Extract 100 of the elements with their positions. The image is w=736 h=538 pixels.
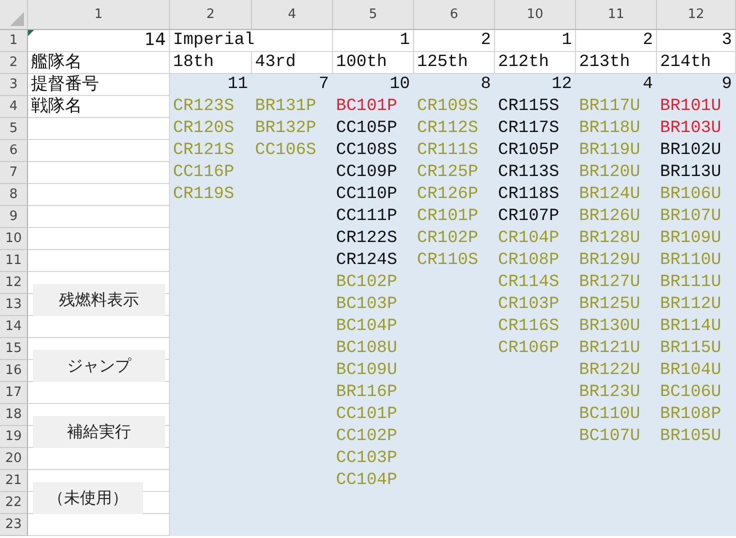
row-header[interactable]: 11 xyxy=(0,250,28,272)
table-cell-text: CR117S xyxy=(497,118,560,140)
table-cell: 100th xyxy=(333,52,414,74)
column-header[interactable]: 11 xyxy=(576,0,657,30)
table-cell-text: BC110U xyxy=(578,404,642,426)
table-cell-text: CR115S xyxy=(497,96,560,118)
table-cell-text: BR119U xyxy=(578,140,642,162)
table-cell-text: BR115U xyxy=(659,338,722,360)
table-cell-text: CC110P xyxy=(335,184,398,206)
table-cell-text: CC108S xyxy=(335,140,398,162)
table-cell-text: CR125P xyxy=(416,162,480,184)
row-header[interactable]: 3 xyxy=(0,74,28,96)
sheet-button[interactable]: 残燃料表示 xyxy=(33,284,165,316)
table-cell-text: CC102P xyxy=(335,426,398,448)
table-cell: 18th xyxy=(170,52,252,74)
sheet-button[interactable]: （未使用） xyxy=(33,482,143,514)
table-cell-text: CR107P xyxy=(497,206,560,228)
table-cell-text: BR101U xyxy=(659,96,722,118)
row-header[interactable]: 14 xyxy=(0,316,28,338)
row-header[interactable]: 8 xyxy=(0,184,28,206)
column-header[interactable]: 4 xyxy=(252,0,333,30)
table-cell-text: 10 xyxy=(388,74,411,96)
table-cell-text: 7 xyxy=(318,74,330,96)
row-header[interactable]: 16 xyxy=(0,360,28,382)
table-cell-text: BR112U xyxy=(659,294,722,316)
table-cell-text: 12 xyxy=(550,74,573,96)
table-cell-text: BR123U xyxy=(578,382,642,404)
row-header[interactable]: 15 xyxy=(0,338,28,360)
table-cell-text: CC109P xyxy=(335,162,398,184)
table-cell-text: BR130U xyxy=(578,316,642,338)
row-header[interactable]: 9 xyxy=(0,206,28,228)
row-header[interactable]: 6 xyxy=(0,140,28,162)
table-cell-text: CC103P xyxy=(335,448,398,470)
row-header[interactable]: 18 xyxy=(0,404,28,426)
table-cell: 43rd xyxy=(252,52,333,74)
table-cell-text: CR114S xyxy=(497,272,560,294)
column-header[interactable]: 1 xyxy=(28,0,170,30)
table-cell-text: BR128U xyxy=(578,228,642,250)
table-cell: 2 xyxy=(414,30,495,52)
table-cell-text: CR113S xyxy=(497,162,560,184)
table-cell: 212th xyxy=(495,52,576,74)
table-cell: 14 xyxy=(28,30,170,52)
table-cell: 1 xyxy=(495,30,576,52)
row-header[interactable]: 10 xyxy=(0,228,28,250)
row-header[interactable]: 17 xyxy=(0,382,28,404)
row-header[interactable]: 19 xyxy=(0,426,28,448)
table-cell-text: 11 xyxy=(226,74,249,96)
table-cell-text: CR120S xyxy=(172,118,236,140)
row-header[interactable]: 23 xyxy=(0,514,28,536)
table-cell-text: BR114U xyxy=(659,316,722,338)
table-cell-text: BC103P xyxy=(335,294,398,316)
table-cell-text: BC108U xyxy=(335,338,398,360)
row-header[interactable]: 4 xyxy=(0,96,28,118)
table-cell-text: CR124S xyxy=(335,250,398,272)
sheet-button[interactable]: ジャンプ xyxy=(33,350,165,382)
table-cell-text: BR111U xyxy=(659,272,722,294)
table-cell-text: CR123S xyxy=(172,96,236,118)
table-cell-text: BR113U xyxy=(659,162,722,184)
table-cell-text: CC104P xyxy=(335,470,398,492)
table-cell-text: BR102U xyxy=(659,140,722,162)
table-cell-text: CR116S xyxy=(497,316,560,338)
table-cell-text: CR109S xyxy=(416,96,480,118)
table-cell-text: BR118U xyxy=(578,118,642,140)
select-all-corner[interactable] xyxy=(0,0,28,30)
row-header[interactable]: 2 xyxy=(0,52,28,74)
column-header[interactable]: 5 xyxy=(333,0,414,30)
row-header[interactable]: 20 xyxy=(0,448,28,470)
row-header[interactable]: 7 xyxy=(0,162,28,184)
column-header[interactable]: 10 xyxy=(495,0,576,30)
row-header[interactable]: 5 xyxy=(0,118,28,140)
table-cell-text: BR109U xyxy=(659,228,722,250)
table-cell: 提督番号 xyxy=(28,74,170,96)
table-cell-text: CR118S xyxy=(497,184,560,206)
row-header[interactable]: 1 xyxy=(0,30,28,52)
table-cell: 1 xyxy=(333,30,414,52)
table-cell-text: CR104P xyxy=(497,228,560,250)
column-header[interactable]: 12 xyxy=(657,0,736,30)
row-header[interactable]: 21 xyxy=(0,470,28,492)
row-header[interactable]: 13 xyxy=(0,294,28,316)
table-cell-text: BR126U xyxy=(578,206,642,228)
table-cell-text: BC104P xyxy=(335,316,398,338)
table-cell-text: CC116P xyxy=(172,162,236,184)
table-cell-text: BR131P xyxy=(254,96,318,118)
column-header[interactable]: 2 xyxy=(170,0,252,30)
table-cell-text: CR110S xyxy=(416,250,480,272)
table-cell-text: BR122U xyxy=(578,360,642,382)
column-header[interactable]: 6 xyxy=(414,0,495,30)
table-cell: 125th xyxy=(414,52,495,74)
table-cell-text: CR106P xyxy=(497,338,560,360)
table-cell-text: CR108P xyxy=(497,250,560,272)
table-cell: Imperial xyxy=(170,30,333,52)
table-cell: 戦隊名 xyxy=(28,96,170,118)
sheet-button[interactable]: 補給実行 xyxy=(33,416,165,448)
row-header[interactable]: 22 xyxy=(0,492,28,514)
table-cell-text: BC101P xyxy=(335,96,398,118)
row-header[interactable]: 12 xyxy=(0,272,28,294)
table-cell-text: CR102P xyxy=(416,228,480,250)
table-cell-text: CR101P xyxy=(416,206,480,228)
table-cell-text: 8 xyxy=(480,74,492,96)
table-cell-text: CR119S xyxy=(172,184,236,206)
